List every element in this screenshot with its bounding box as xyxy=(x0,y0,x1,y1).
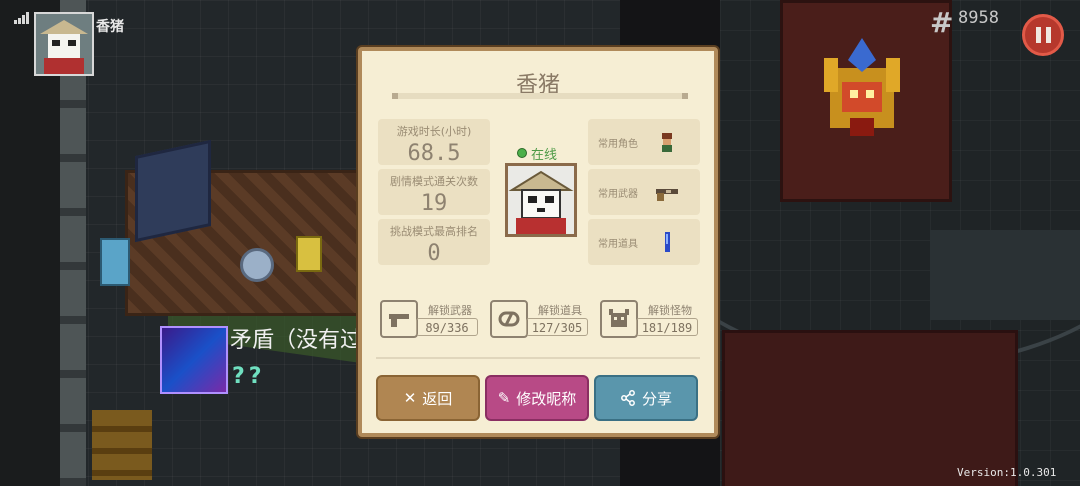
unlock-weapons[interactable]: 解锁武器 89/336 xyxy=(380,300,480,338)
red-carpet xyxy=(722,330,1018,486)
stat-label: 游戏时长(小时) xyxy=(396,125,472,138)
favorite-weapon[interactable]: 常用武器 xyxy=(588,169,700,215)
fridge xyxy=(100,238,130,286)
unlock-icon-box xyxy=(490,300,528,338)
stat-label: 剧情模式通关次数 xyxy=(390,175,478,188)
item-vial-icon xyxy=(665,232,670,252)
unlock-icon-box xyxy=(380,300,418,338)
unlock-items[interactable]: 解锁道具 127/305 xyxy=(490,300,590,338)
fav-label: 常用角色 xyxy=(598,139,638,150)
profile-portrait xyxy=(505,163,577,237)
back-button-label: 返回 xyxy=(422,389,453,408)
edit-nickname-label: 修改昵称 xyxy=(516,389,577,408)
edit-icon: ✎ xyxy=(497,389,511,407)
boss-statue xyxy=(824,38,900,136)
item-card-image xyxy=(160,326,228,394)
stat-label: 挑战模式最高排名 xyxy=(390,225,478,238)
currency-count: 8958 xyxy=(958,8,999,28)
monster-icon xyxy=(609,309,629,327)
player-avatar[interactable] xyxy=(34,12,94,76)
unlock-count: 89/336 xyxy=(416,318,478,336)
title-underline xyxy=(392,93,688,99)
unlock-label: 解锁武器 xyxy=(428,304,472,317)
unlock-monsters[interactable]: 解锁怪物 181/189 xyxy=(600,300,700,338)
share-button-label: 分享 xyxy=(641,389,672,408)
divider xyxy=(376,357,700,359)
pause-icon xyxy=(1035,27,1041,43)
close-icon: ✕ xyxy=(403,389,417,407)
player-name: 香猪 xyxy=(96,19,124,35)
stat-story-clears: 剧情模式通关次数 19 xyxy=(378,169,490,216)
crates xyxy=(92,410,152,480)
back-button[interactable]: ✕ 返回 xyxy=(376,375,480,421)
unknown-item-icons: ?? xyxy=(232,364,266,389)
mirror xyxy=(240,248,274,282)
share-icon xyxy=(621,390,635,406)
unlock-count: 127/305 xyxy=(526,318,588,336)
panda-portrait-icon xyxy=(508,166,574,234)
unlock-label: 解锁道具 xyxy=(538,304,582,317)
pause-icon-bar xyxy=(1045,27,1051,43)
signal-strength-icon xyxy=(14,12,32,24)
pistol-icon xyxy=(389,314,409,327)
revolver-icon xyxy=(656,189,678,201)
fav-label: 常用道具 xyxy=(598,239,638,250)
unlock-icon-box xyxy=(600,300,638,338)
pill-icon xyxy=(498,311,520,327)
stat-playtime: 游戏时长(小时) 68.5 xyxy=(378,119,490,166)
panda-avatar-icon xyxy=(36,14,92,74)
stat-value: 0 xyxy=(427,241,441,266)
stat-value: 68.5 xyxy=(407,141,461,166)
sofa xyxy=(135,139,211,243)
stat-value: 19 xyxy=(420,191,448,216)
unlock-count: 181/189 xyxy=(636,318,698,336)
online-text: 在线 xyxy=(531,148,558,163)
item-name-label: 矛盾（没有过 xyxy=(230,328,360,353)
fav-label: 常用武器 xyxy=(598,189,638,200)
online-status: 在线 xyxy=(517,144,557,163)
hall-floor-block xyxy=(930,230,1080,320)
online-dot-icon xyxy=(517,148,527,158)
share-button[interactable]: 分享 xyxy=(594,375,698,421)
stat-challenge-rank: 挑战模式最高排名 0 xyxy=(378,219,490,266)
version-label: Version:1.0.301 xyxy=(957,466,1057,479)
barrel xyxy=(296,236,322,272)
unlock-label: 解锁怪物 xyxy=(648,304,692,317)
favorite-character[interactable]: 常用角色 xyxy=(588,119,700,165)
character-icon xyxy=(662,133,672,152)
edit-nickname-button[interactable]: ✎ 修改昵称 xyxy=(485,375,589,421)
favorite-item[interactable]: 常用道具 xyxy=(588,219,700,265)
gem-currency-icon: # xyxy=(930,6,954,39)
profile-dialog: 香猪 游戏时长(小时) 68.5 剧情模式通关次数 19 挑战模式最高排名 0 … xyxy=(358,47,718,437)
pause-button[interactable] xyxy=(1022,14,1064,56)
